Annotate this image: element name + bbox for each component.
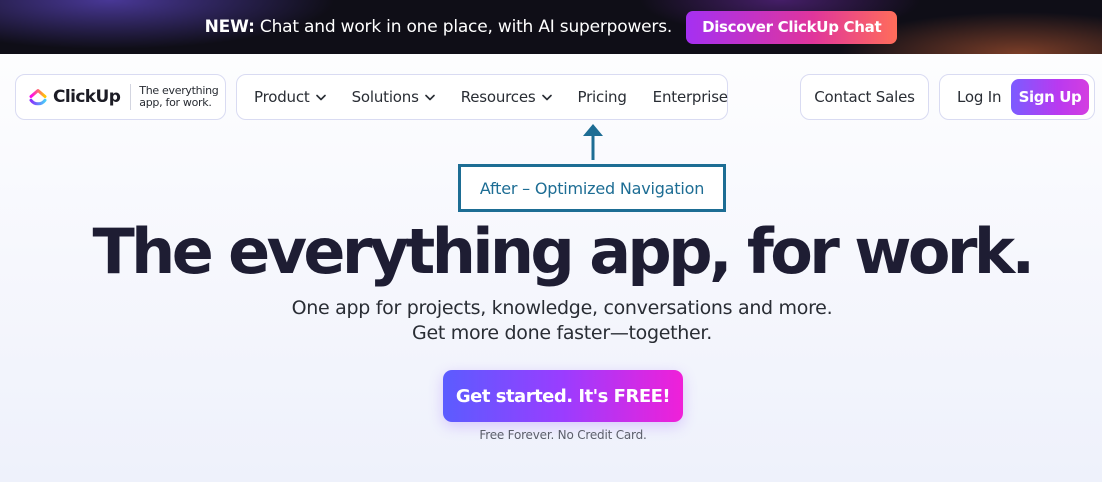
nav-item-enterprise[interactable]: Enterprise <box>653 75 728 119</box>
chevron-down-icon <box>541 94 552 100</box>
cta-note: Free Forever. No Credit Card. <box>479 428 647 442</box>
nav-item-product[interactable]: Product <box>254 75 326 119</box>
nav-item-label: Product <box>254 88 310 106</box>
discover-chat-button[interactable]: Discover ClickUp Chat <box>686 10 898 44</box>
auth-group: Log In Sign Up <box>939 74 1095 120</box>
sign-up-button[interactable]: Sign Up <box>1011 79 1089 115</box>
contact-sales-button[interactable]: Contact Sales <box>800 74 929 120</box>
nav-item-pricing[interactable]: Pricing <box>578 75 627 119</box>
clickup-logo-icon <box>29 89 47 106</box>
nav-item-solutions[interactable]: Solutions <box>352 75 435 119</box>
arrow-up-icon <box>583 124 603 160</box>
nav-item-label: Pricing <box>577 88 627 106</box>
main-navigation: Product Solutions Resources Pricing Ente… <box>236 74 728 120</box>
chevron-down-icon <box>315 94 326 100</box>
logo-divider <box>130 84 132 110</box>
hero-title: The everything app, for work. <box>92 215 1035 288</box>
nav-item-label: Solutions <box>351 88 419 106</box>
hero-subtitle-line1: One app for projects, knowledge, convers… <box>291 297 833 319</box>
banner-message: Chat and work in one place, with AI supe… <box>254 17 673 37</box>
banner-new-label: NEW: <box>204 17 255 37</box>
nav-item-label: Enterprise <box>652 88 728 106</box>
get-started-button[interactable]: Get started. It's FREE! <box>443 370 683 422</box>
logo-tagline: The everything app, for work. <box>139 84 219 109</box>
annotation-label: After – Optimized Navigation <box>458 164 726 212</box>
log-in-link[interactable]: Log In <box>957 88 1001 106</box>
logo-home-link[interactable]: ClickUp The everything app, for work. <box>15 74 226 120</box>
logo-wordmark: ClickUp <box>53 87 121 107</box>
nav-item-resources[interactable]: Resources <box>461 75 552 119</box>
chevron-down-icon <box>424 94 435 100</box>
nav-item-label: Resources <box>460 88 536 106</box>
announcement-banner: NEW: Chat and work in one place, with AI… <box>0 0 1102 54</box>
hero-subtitle-line2: Get more done faster—together. <box>412 322 712 344</box>
banner-text: NEW: Chat and work in one place, with AI… <box>204 17 673 37</box>
contact-sales-label: Contact Sales <box>814 88 915 106</box>
